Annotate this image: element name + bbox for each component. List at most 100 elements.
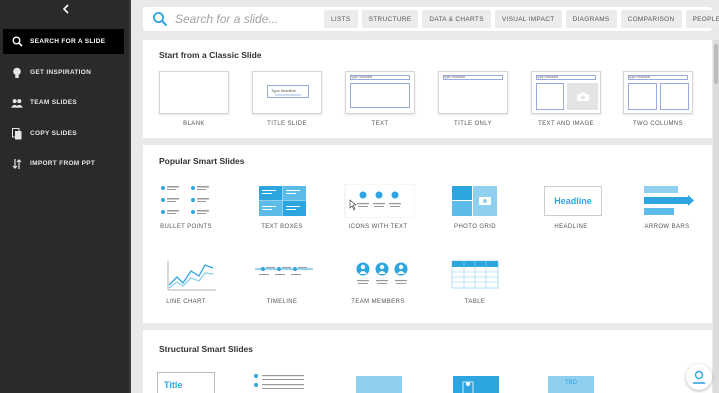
smart-photo-grid[interactable]: PHOTO GRID [435,184,515,230]
sidebar-item-label: GET INSPIRATION [30,69,92,76]
scrollbar-thumb[interactable] [714,44,718,84]
search-icon [11,36,23,48]
mini-headline: Type Headline [628,75,651,79]
slide-caption: TWO COLUMNS [632,121,684,127]
camera-icon [576,92,589,101]
slide-caption: PHOTO GRID [454,224,496,230]
slide-art [149,184,223,218]
slide-art [438,259,512,293]
smart-text-boxes[interactable]: TEXT BOXES [242,184,322,230]
slide-caption: TEXT AND IMAGE [538,121,594,127]
slide-caption: ICONS WITH TEXT [348,224,408,230]
filter-diagrams[interactable]: DIAGRAMS [565,10,617,28]
lightbulb-icon [11,67,23,79]
slide-caption: BLANK [183,121,205,127]
help-icon [693,370,705,384]
slide-caption: LINE CHART [166,299,206,305]
sidebar-item-label: TEAM SLIDES [30,99,77,106]
filter-lists[interactable]: LISTS [324,10,358,28]
slide-caption: TEXT [371,121,389,127]
filter-data-charts[interactable]: DATA & CHARTS [422,10,491,28]
section-title: Start from a Classic Slide [159,50,262,60]
slide-caption: BULLET POINTS [160,224,212,230]
slide-art [245,259,319,293]
sidebar-item-search[interactable]: SEARCH FOR A SLIDE [3,29,124,54]
structural-tbd-slide[interactable]: TBD [548,376,594,393]
sidebar-item-label: SEARCH FOR A SLIDE [30,38,106,45]
slide-caption: TEXT BOXES [261,224,303,230]
slide-thumbnail: Type Headline [531,71,601,114]
smart-line-chart[interactable]: LINE CHART [146,259,226,305]
slide-art [341,183,416,219]
mini-headline: Type headline [271,88,296,93]
smart-bullet-points[interactable]: BULLET POINTS [146,184,226,230]
smart-icons-with-text[interactable]: ICONS WITH TEXT [338,183,418,230]
sidebar-divider [129,0,131,393]
classic-slides-section: Start from a Classic Slide BLANK Type he… [143,40,712,138]
slide-art [245,184,319,218]
slide-caption: HEADLINE [554,224,588,230]
filter-comparison[interactable]: COMPARISON [620,10,682,28]
title-preview: Title [164,380,183,390]
smart-table[interactable]: TABLE [435,259,515,305]
sidebar-item-inspiration[interactable]: GET INSPIRATION [3,60,124,85]
popular-smart-slides-section: Popular Smart Slides BULLET POINTS TEXT … [143,145,712,323]
headline-preview: Headline [544,186,602,216]
classic-text[interactable]: Type Headline TEXT [345,71,415,127]
mini-headline: Type Headline [350,75,373,79]
slide-thumbnail: Type Headline [345,71,415,114]
classic-title-only[interactable]: Type Headline TITLE ONLY [438,71,508,127]
search-icon [153,12,168,27]
slide-art [341,259,415,293]
smart-timeline[interactable]: TIMELINE [242,259,322,305]
slide-thumbnail [159,71,229,114]
smart-team-members[interactable]: TEAM MEMBERS [338,259,418,305]
structural-agenda-slide[interactable] [251,372,311,393]
slide-caption: ARROW BARS [644,224,690,230]
image-placeholder [567,83,598,110]
scrollbar-track[interactable] [713,40,719,393]
filter-visual-impact[interactable]: VISUAL IMPACT [494,10,562,28]
slide-art [149,259,223,293]
classic-blank[interactable]: BLANK [159,71,229,127]
back-button[interactable] [0,0,131,18]
structural-title-slide[interactable]: Title [157,372,215,393]
classic-text-and-image[interactable]: Type Headline TEXT AND IMAGE [531,71,601,127]
people-icon [11,97,23,109]
slide-art [438,184,512,218]
section-title: Popular Smart Slides [159,156,245,166]
import-icon [11,158,23,170]
classic-two-columns[interactable]: Type Headline TWO COLUMNS [623,71,693,127]
slide-art: Headline [534,184,608,218]
slide-thumbnail: Type Headline [623,71,693,114]
slide-caption: TIMELINE [266,299,298,305]
sidebar-item-label: COPY SLIDES [30,130,77,137]
slide-art [630,184,704,218]
slide-caption: TEAM MEMBERS [351,299,405,305]
map-pin-icon [462,381,474,393]
search-input[interactable] [175,12,325,26]
filter-people[interactable]: PEOPLE [685,10,719,28]
smart-arrow-bars[interactable]: ARROW BARS [627,184,707,230]
smart-headline[interactable]: Headline HEADLINE [531,184,611,230]
copy-icon [11,127,23,140]
sidebar-item-import-ppt[interactable]: IMPORT FROM PPT [3,151,124,176]
structural-smart-slides-section: Structural Smart Slides Title TBD [143,330,712,393]
mini-headline: Type Headline [536,75,559,79]
sidebar-item-copy-slides[interactable]: COPY SLIDES [3,121,124,146]
help-button[interactable] [686,364,712,390]
sidebar-item-label: IMPORT FROM PPT [30,160,96,167]
filter-structure[interactable]: STRUCTURE [361,10,419,28]
search-bar: LISTS STRUCTURE DATA & CHARTS VISUAL IMP… [143,7,719,31]
chevron-left-icon [62,4,69,14]
section-title: Structural Smart Slides [159,344,254,354]
filter-chips: LISTS STRUCTURE DATA & CHARTS VISUAL IMP… [324,10,719,28]
structural-map-slide[interactable] [453,376,499,393]
slide-caption: TITLE SLIDE [267,121,307,127]
sidebar-item-team-slides[interactable]: TEAM SLIDES [3,90,124,115]
classic-title-slide[interactable]: Type headline TITLE SLIDE [252,71,322,127]
slide-thumbnail: Type Headline [438,71,508,114]
sidebar: SEARCH FOR A SLIDE GET INSPIRATION TEAM … [0,0,131,393]
slide-thumbnail: Type headline [252,71,322,114]
structural-section-slide[interactable] [356,376,402,393]
